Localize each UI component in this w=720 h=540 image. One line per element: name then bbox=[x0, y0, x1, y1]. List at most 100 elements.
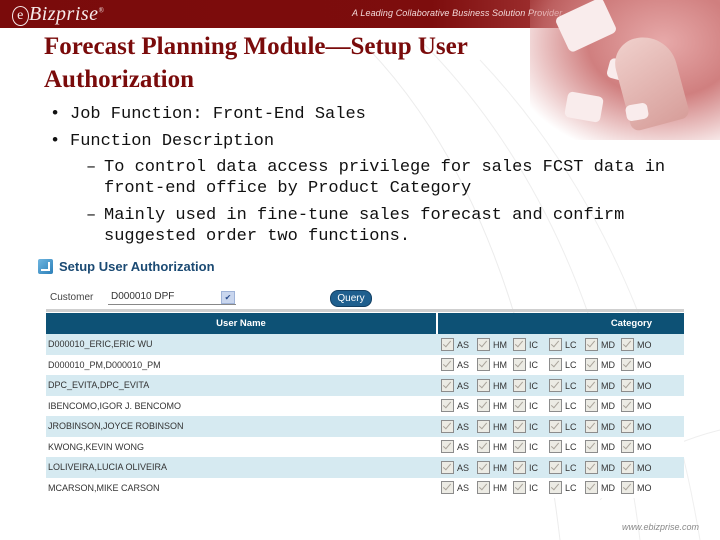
category-label: MO bbox=[637, 483, 652, 494]
category-label: HM bbox=[493, 421, 507, 432]
category-checkbox-as[interactable] bbox=[441, 460, 454, 474]
logo-text: Bizprise bbox=[29, 3, 99, 25]
category-label: MO bbox=[637, 380, 652, 391]
category-label: MO bbox=[637, 339, 652, 350]
category-checkbox-md[interactable] bbox=[585, 419, 598, 433]
category-checkbox-ic[interactable] bbox=[513, 481, 526, 495]
column-header-category: Category bbox=[437, 313, 684, 334]
user-name-cell: KWONG,KEVIN WONG bbox=[46, 436, 437, 457]
category-label: AS bbox=[457, 483, 470, 494]
category-checkbox-mo[interactable] bbox=[621, 460, 634, 474]
category-label: LC bbox=[565, 380, 577, 391]
table-row: KWONG,KEVIN WONG AS HM IC LC MD MO bbox=[46, 436, 684, 457]
category-checkbox-lc[interactable] bbox=[549, 358, 562, 372]
category-label: IC bbox=[529, 360, 538, 371]
category-label: IC bbox=[529, 442, 538, 453]
category-checkbox-hm[interactable] bbox=[477, 358, 490, 372]
customer-select-value: D000010 DPF bbox=[111, 291, 175, 302]
category-checkbox-md[interactable] bbox=[585, 378, 598, 392]
category-checkbox-lc[interactable] bbox=[549, 337, 562, 351]
category-checkbox-hm[interactable] bbox=[477, 399, 490, 413]
category-checkbox-ic[interactable] bbox=[513, 440, 526, 454]
category-checkbox-lc[interactable] bbox=[549, 419, 562, 433]
category-checkbox-hm[interactable] bbox=[477, 440, 490, 454]
category-label: IC bbox=[529, 401, 538, 412]
category-checkbox-mo[interactable] bbox=[621, 481, 634, 495]
category-checkbox-mo[interactable] bbox=[621, 399, 634, 413]
footer-url: www.ebizprise.com bbox=[622, 522, 700, 532]
category-checkbox-lc[interactable] bbox=[549, 481, 562, 495]
category-checkbox-mo[interactable] bbox=[621, 419, 634, 433]
category-checkbox-ic[interactable] bbox=[513, 358, 526, 372]
category-checkbox-lc[interactable] bbox=[549, 378, 562, 392]
category-cell: AS HM IC LC MD MO bbox=[437, 375, 684, 396]
category-checkbox-md[interactable] bbox=[585, 399, 598, 413]
page-title: Forecast Planning Module—Setup User Auth… bbox=[44, 30, 564, 96]
category-label: HM bbox=[493, 483, 507, 494]
category-checkbox-lc[interactable] bbox=[549, 399, 562, 413]
customer-label: Customer bbox=[50, 292, 94, 303]
category-checkbox-hm[interactable] bbox=[477, 378, 490, 392]
table-row: D000010_PM,D000010_PM AS HM IC LC MD MO bbox=[46, 354, 684, 375]
dash-icon: – bbox=[86, 158, 97, 177]
category-checkbox-hm[interactable] bbox=[477, 337, 490, 351]
category-label: AS bbox=[457, 462, 470, 473]
table-row: DPC_EVITA,DPC_EVITA AS HM IC LC MD MO bbox=[46, 375, 684, 396]
user-name-cell: D000010_ERIC,ERIC WU bbox=[46, 334, 437, 355]
bullet-text: Function Description bbox=[70, 132, 275, 151]
category-checkbox-lc[interactable] bbox=[549, 460, 562, 474]
category-label: MD bbox=[601, 339, 615, 350]
category-label: LC bbox=[565, 339, 577, 350]
category-label: HM bbox=[493, 462, 507, 473]
category-checkbox-hm[interactable] bbox=[477, 460, 490, 474]
category-label: LC bbox=[565, 421, 577, 432]
category-cell: AS HM IC LC MD MO bbox=[437, 457, 684, 478]
category-checkbox-ic[interactable] bbox=[513, 460, 526, 474]
sub-bullet-line: Mainly used in fine-tune sales forecast … bbox=[104, 206, 625, 225]
app-title-text: Setup User Authorization bbox=[59, 259, 215, 274]
category-checkbox-as[interactable] bbox=[441, 399, 454, 413]
category-checkbox-mo[interactable] bbox=[621, 378, 634, 392]
customer-select[interactable]: D000010 DPF ✔ bbox=[108, 290, 236, 305]
user-name-cell: DPC_EVITA,DPC_EVITA bbox=[46, 375, 437, 396]
category-checkbox-mo[interactable] bbox=[621, 337, 634, 351]
category-checkbox-md[interactable] bbox=[585, 337, 598, 351]
category-checkbox-as[interactable] bbox=[441, 358, 454, 372]
category-checkbox-as[interactable] bbox=[441, 337, 454, 351]
category-checkbox-as[interactable] bbox=[441, 440, 454, 454]
category-checkbox-lc[interactable] bbox=[549, 440, 562, 454]
category-checkbox-ic[interactable] bbox=[513, 399, 526, 413]
table-row: JROBINSON,JOYCE ROBINSON AS HM IC LC MD MO bbox=[46, 416, 684, 437]
category-checkbox-md[interactable] bbox=[585, 481, 598, 495]
category-checkbox-md[interactable] bbox=[585, 460, 598, 474]
registered-mark: ® bbox=[98, 6, 105, 15]
category-checkbox-md[interactable] bbox=[585, 358, 598, 372]
title-line-1: Forecast Planning Module—Setup User bbox=[44, 33, 468, 60]
category-label: LC bbox=[565, 442, 577, 453]
category-checkbox-hm[interactable] bbox=[477, 481, 490, 495]
category-checkbox-mo[interactable] bbox=[621, 358, 634, 372]
category-label: MO bbox=[637, 401, 652, 412]
category-label: MD bbox=[601, 483, 615, 494]
category-checkbox-as[interactable] bbox=[441, 481, 454, 495]
category-checkbox-ic[interactable] bbox=[513, 378, 526, 392]
category-label: AS bbox=[457, 360, 470, 371]
bullet-function-description: • Function Description bbox=[48, 131, 688, 153]
logo-e-mark: e bbox=[12, 6, 29, 26]
category-checkbox-mo[interactable] bbox=[621, 440, 634, 454]
category-checkbox-ic[interactable] bbox=[513, 337, 526, 351]
chevron-down-icon[interactable]: ✔ bbox=[221, 291, 235, 304]
category-checkbox-as[interactable] bbox=[441, 419, 454, 433]
category-checkbox-as[interactable] bbox=[441, 378, 454, 392]
category-checkbox-md[interactable] bbox=[585, 440, 598, 454]
category-cell: AS HM IC LC MD MO bbox=[437, 334, 684, 355]
category-checkbox-hm[interactable] bbox=[477, 419, 490, 433]
category-label: IC bbox=[529, 462, 538, 473]
category-checkbox-ic[interactable] bbox=[513, 419, 526, 433]
category-cell: AS HM IC LC MD MO bbox=[437, 354, 684, 375]
title-line-2: Authorization bbox=[44, 66, 194, 93]
query-button[interactable]: Query bbox=[330, 290, 372, 307]
arrow-icon bbox=[38, 259, 53, 274]
category-label: HM bbox=[493, 401, 507, 412]
category-label: AS bbox=[457, 339, 470, 350]
